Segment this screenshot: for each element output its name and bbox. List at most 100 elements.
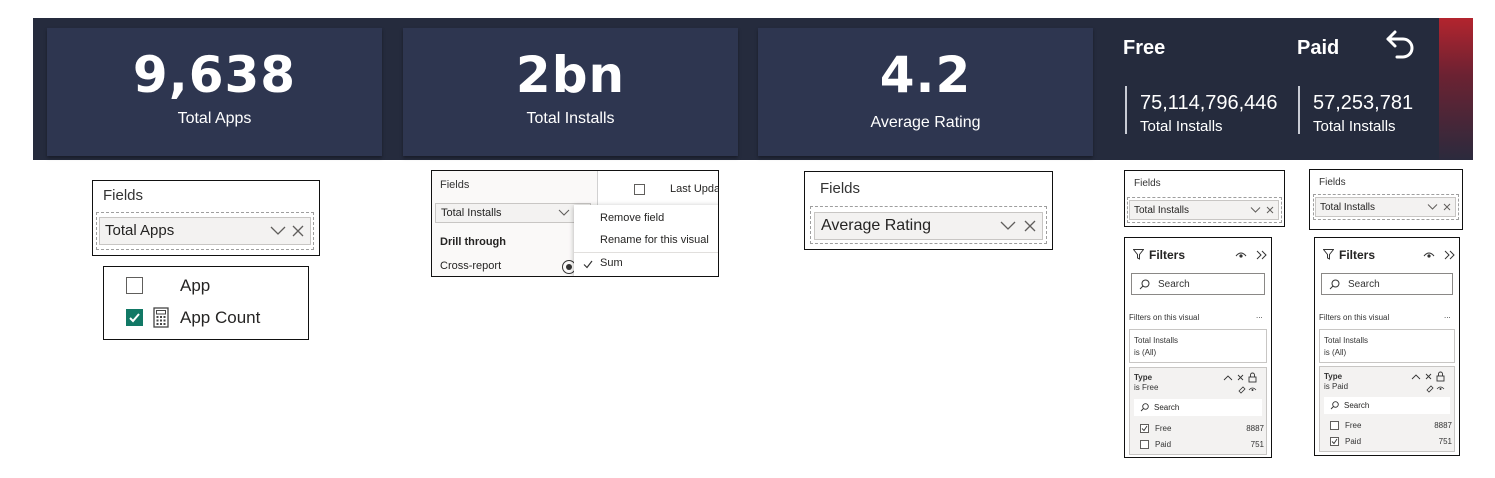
free-installs-value: 75,114,796,446 (1140, 92, 1278, 114)
search-icon (1139, 279, 1150, 290)
checkbox-checked[interactable] (1140, 424, 1149, 433)
calculator-icon (153, 307, 169, 328)
fields-pane-free: Fields Total Installs (1124, 170, 1285, 227)
fields-header: Fields (1319, 177, 1346, 188)
check-icon (1331, 438, 1338, 445)
close-icon[interactable] (1266, 206, 1274, 214)
check-icon (583, 260, 593, 269)
option-count: 751 (1250, 440, 1264, 449)
filter-card-type[interactable]: Type is Paid Search Free 8887 Paid 751 (1319, 366, 1455, 452)
field-well-total-installs[interactable]: Total Installs (1129, 200, 1279, 220)
search-icon (1329, 279, 1340, 290)
check-icon (1141, 425, 1148, 432)
chevron-down-icon[interactable] (1250, 207, 1261, 214)
kpi-card-average-rating[interactable]: 4.2 Average Rating (758, 28, 1093, 156)
toggle-knob (566, 264, 572, 270)
option-label: Free (1155, 424, 1172, 433)
type-search-input[interactable]: Search (1134, 399, 1262, 416)
paid-title: Paid (1297, 37, 1340, 59)
eye-icon[interactable] (1235, 251, 1247, 259)
menu-item-sum[interactable]: Sum (600, 257, 623, 269)
collapse-icon[interactable] (1256, 250, 1267, 260)
chevron-down-icon[interactable] (1427, 204, 1438, 211)
field-well-total-installs[interactable]: Total Installs (1315, 197, 1456, 217)
filters-search-input[interactable]: Search (1321, 273, 1453, 295)
fields-header: Fields (440, 179, 470, 191)
kpi-banner: 9,638 Total Apps 2bn Total Installs 4.2 … (33, 18, 1473, 160)
filter-card-sub: is Paid (1324, 382, 1349, 391)
checkbox[interactable] (634, 184, 645, 195)
kpi-label: Total Apps (177, 110, 252, 127)
field-label: App (180, 276, 211, 295)
filters-pane-free: Filters Search Filters on this visual ..… (1124, 237, 1272, 458)
kpi-label: Average Rating (870, 114, 981, 131)
checkbox-checked[interactable] (126, 309, 143, 326)
close-icon[interactable] (1443, 203, 1451, 211)
check-icon (129, 313, 140, 323)
field-name: Total Apps (105, 222, 175, 239)
back-icon[interactable] (1381, 26, 1419, 64)
filter-icon (1323, 249, 1334, 260)
field-item-app-count[interactable]: App Count (126, 307, 306, 331)
field-item-app[interactable]: App (126, 276, 306, 298)
collapse-icon[interactable] (1444, 250, 1455, 260)
menu-item-rename[interactable]: Rename for this visual (600, 234, 709, 246)
filter-card-title: Total Installs (1324, 336, 1369, 345)
filter-card-type[interactable]: Type is Free Search Free 8887 Paid 751 (1129, 367, 1267, 455)
more-options-icon[interactable]: ... (1256, 311, 1263, 320)
type-search-input[interactable]: Search (1324, 397, 1450, 414)
kpi-card-total-installs[interactable]: 2bn Total Installs (403, 28, 738, 156)
field-name: Total Installs (1134, 205, 1190, 216)
filters-title: Filters (1149, 248, 1186, 262)
option-count: 8887 (1246, 424, 1264, 433)
checkbox-checked[interactable] (1330, 437, 1339, 446)
fields-header: Fields (103, 187, 144, 204)
type-option-free[interactable]: Free 8887 (1330, 420, 1452, 432)
type-option-paid[interactable]: Paid 751 (1330, 436, 1452, 448)
filter-card-total-installs[interactable]: Total Installs is (All) (1319, 329, 1455, 363)
filter-card-controls[interactable] (1410, 371, 1454, 393)
paid-installs-label: Total Installs (1313, 118, 1396, 135)
filter-card-sub: is (All) (1134, 348, 1157, 357)
filter-card-controls[interactable] (1222, 372, 1266, 394)
checkbox[interactable] (1330, 421, 1339, 430)
field-label: Last Upda (670, 183, 719, 195)
filter-card-title: Total Installs (1134, 336, 1179, 345)
paid-installs-value: 57,253,781 (1313, 92, 1414, 114)
search-icon (1330, 401, 1339, 410)
filter-card-sub: is (All) (1324, 348, 1347, 357)
fields-pane-total-apps: Fields Total Apps (92, 180, 320, 256)
close-icon[interactable] (1024, 220, 1036, 232)
search-placeholder: Search (1344, 401, 1370, 410)
divider (1298, 86, 1300, 134)
field-name: Average Rating (821, 217, 931, 234)
kpi-card-total-apps[interactable]: 9,638 Total Apps (47, 28, 382, 156)
type-option-free[interactable]: Free 8887 (1140, 423, 1264, 435)
kpi-value: 2bn (515, 46, 626, 104)
field-name: Total Installs (441, 207, 502, 219)
eye-icon[interactable] (1423, 251, 1435, 259)
chevron-down-icon[interactable] (1000, 221, 1016, 231)
filters-section-label: Filters on this visual (1319, 313, 1390, 322)
close-icon[interactable] (292, 225, 304, 237)
filter-card-total-installs[interactable]: Total Installs is (All) (1129, 329, 1267, 363)
option-count: 8887 (1434, 421, 1452, 430)
type-option-paid[interactable]: Paid 751 (1140, 439, 1264, 451)
option-label: Paid (1345, 437, 1362, 446)
search-placeholder: Search (1348, 279, 1380, 290)
chevron-down-icon[interactable] (270, 226, 286, 236)
field-well-total-apps[interactable]: Total Apps (99, 217, 311, 245)
kpi-value: 4.2 (879, 46, 972, 104)
field-well-total-installs[interactable]: Total Installs (435, 203, 591, 223)
chevron-down-icon[interactable] (558, 209, 570, 217)
checkbox[interactable] (1140, 440, 1149, 449)
free-installs-label: Total Installs (1140, 118, 1223, 135)
menu-divider (574, 252, 718, 253)
filters-pane-paid: Filters Search Filters on this visual ..… (1314, 237, 1460, 456)
field-well-average-rating[interactable]: Average Rating (814, 212, 1043, 240)
filter-icon (1133, 249, 1144, 260)
menu-item-remove-field[interactable]: Remove field (600, 212, 664, 224)
checkbox[interactable] (126, 277, 143, 294)
more-options-icon[interactable]: ... (1444, 311, 1451, 320)
filters-search-input[interactable]: Search (1131, 273, 1265, 295)
